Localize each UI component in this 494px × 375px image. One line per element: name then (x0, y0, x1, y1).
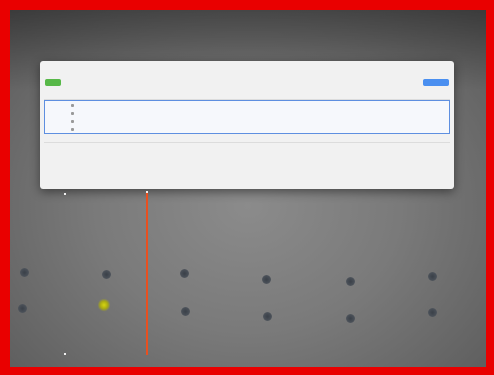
status-button[interactable] (45, 79, 61, 86)
item-icon (71, 127, 74, 131)
measurement-dialog (40, 61, 454, 189)
sample-hole (346, 314, 355, 323)
sample-hole (262, 275, 271, 284)
sample-hole (346, 277, 355, 286)
table-row[interactable] (44, 159, 450, 167)
table-row[interactable] (44, 167, 450, 175)
table-row[interactable] (45, 109, 449, 117)
item-icon (71, 103, 74, 107)
sample-hole (428, 272, 437, 281)
dialog-toolbar (40, 75, 454, 91)
measurement-line[interactable] (146, 193, 148, 355)
table-row[interactable] (45, 101, 449, 109)
window-frame (0, 0, 494, 375)
table-row[interactable] (45, 117, 449, 125)
sample-hole (102, 270, 111, 279)
sample-hole (181, 307, 190, 316)
table-header (44, 91, 450, 100)
table-row[interactable] (45, 125, 449, 133)
sample-hole (20, 268, 29, 277)
table-row[interactable] (44, 151, 450, 159)
sample-hole (18, 304, 27, 313)
dialog-titlebar (40, 61, 454, 75)
item-icon (71, 111, 74, 115)
results-table (44, 91, 450, 175)
point-marker (64, 193, 66, 195)
sample-hole (428, 308, 437, 317)
highlighted-hole[interactable] (98, 298, 110, 312)
selected-rows (44, 100, 450, 134)
sample-hole (263, 312, 272, 321)
table-subheader (44, 134, 450, 143)
sample-hole (180, 269, 189, 278)
item-icon (71, 119, 74, 123)
action-button[interactable] (423, 79, 449, 86)
image-viewport[interactable] (10, 10, 486, 367)
point-marker (64, 353, 66, 355)
table-row[interactable] (44, 143, 450, 151)
